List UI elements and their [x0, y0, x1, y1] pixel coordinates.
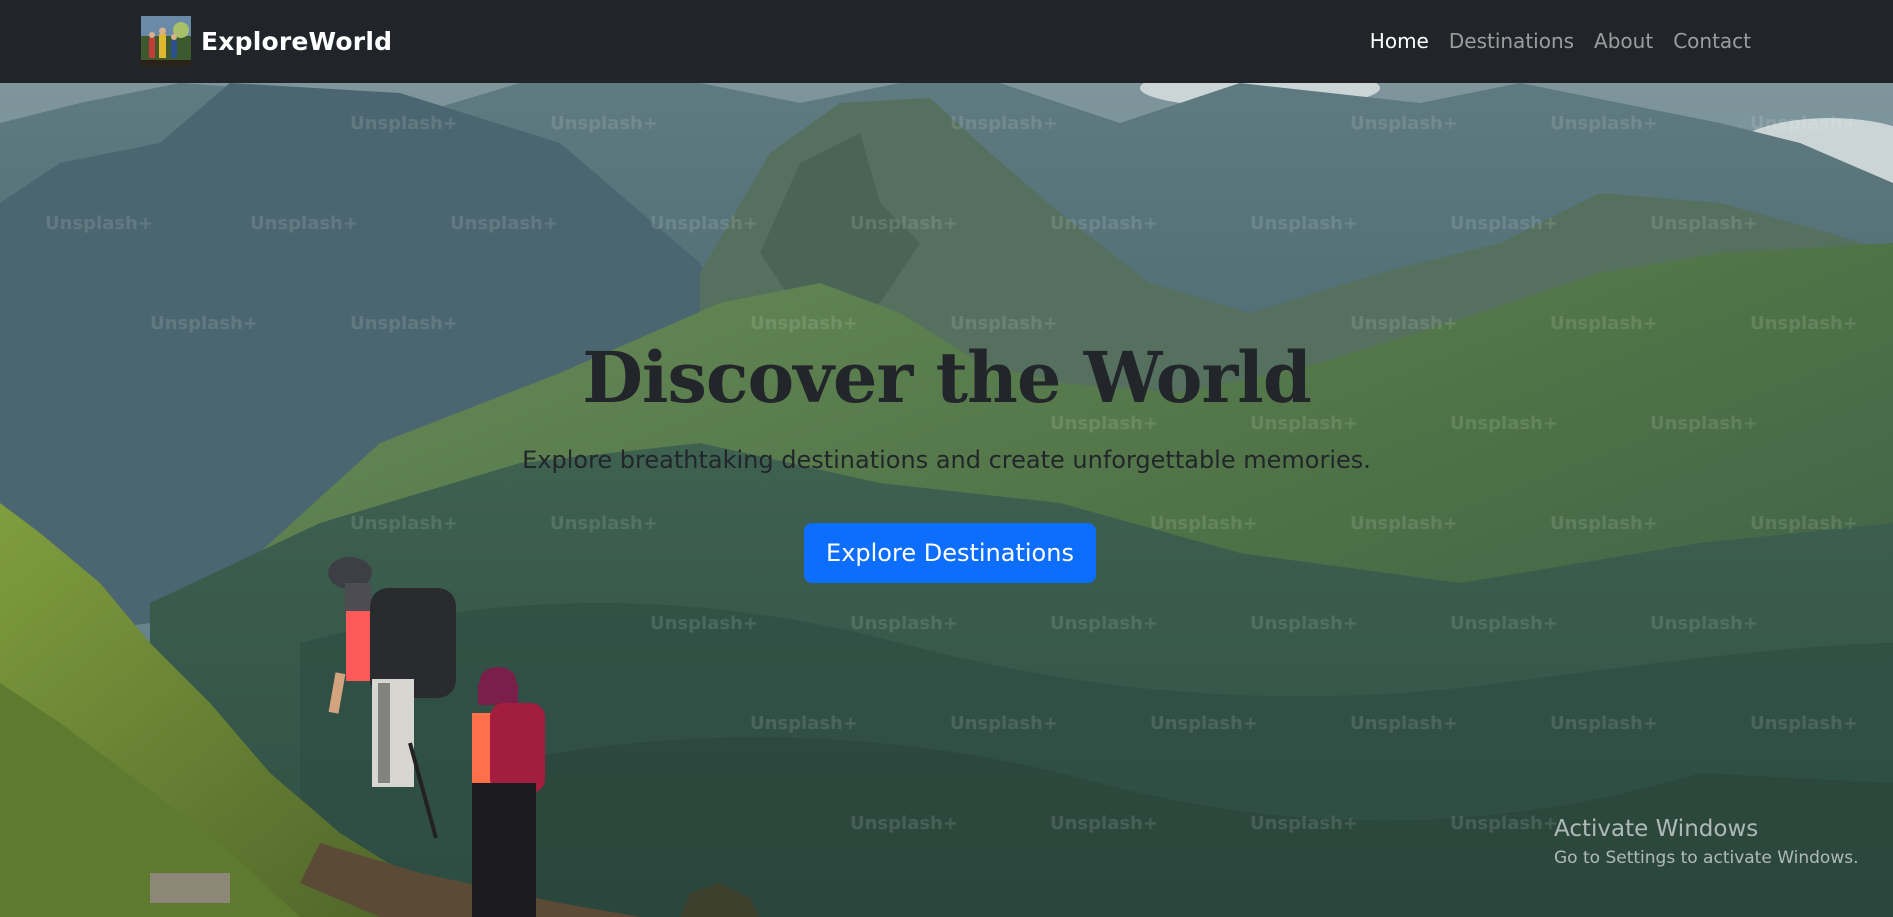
explore-destinations-button[interactable]: Explore Destinations [804, 523, 1096, 583]
brand-name: ExploreWorld [201, 26, 393, 56]
nav-links: Home Destinations About Contact [1350, 26, 1751, 56]
activation-title: Activate Windows [1554, 816, 1759, 842]
nav-link-home[interactable]: Home [1370, 26, 1429, 56]
top-navbar: ExploreWorld Home Destinations About Con… [0, 0, 1893, 83]
hero-title: Discover the World [582, 336, 1312, 419]
brand-link[interactable]: ExploreWorld [141, 16, 392, 66]
windows-activation-notice: Activate Windows Go to Settings to activ… [1554, 815, 1859, 873]
nav-link-contact[interactable]: Contact [1673, 26, 1751, 56]
hero-subtitle: Explore breathtaking destinations and cr… [522, 446, 1371, 474]
nav-link-about[interactable]: About [1594, 26, 1653, 56]
hero-background-image [0, 83, 1893, 917]
brand-logo-icon [141, 16, 191, 66]
hero-section: Unsplash+ Unsplash+ Unsplash+ Unsplash+ … [0, 83, 1893, 917]
nav-link-destinations[interactable]: Destinations [1449, 26, 1574, 56]
activation-subtitle: Go to Settings to activate Windows. [1554, 848, 1859, 868]
